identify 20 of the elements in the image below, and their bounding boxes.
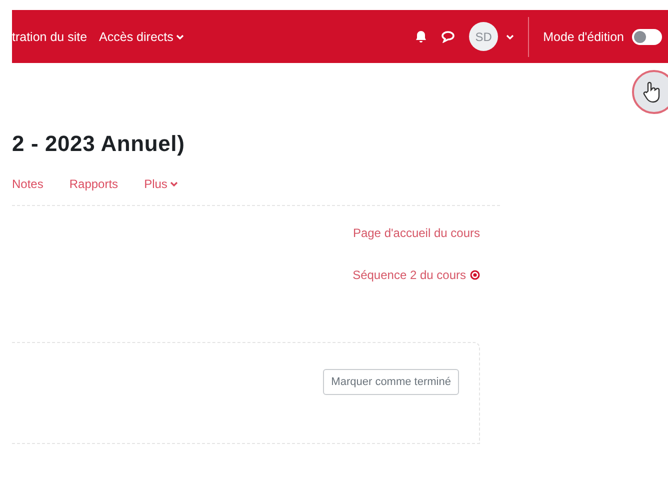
mark-complete-button[interactable]: Marquer comme terminé	[323, 369, 459, 395]
hand-cursor-icon	[642, 81, 662, 103]
caret-icon[interactable]	[506, 34, 514, 40]
nav-link[interactable]: tration du site	[12, 30, 88, 44]
nav-link[interactable]: Accès directs	[99, 30, 184, 44]
chat-bubble-icon[interactable]	[441, 30, 456, 43]
caret-icon	[170, 181, 178, 187]
course-tab[interactable]: Notes	[12, 177, 44, 191]
circle-icon	[470, 270, 480, 280]
course-title: 2 - 2023 Annuel)	[12, 131, 186, 157]
floating-button[interactable]	[632, 70, 668, 114]
caret-icon	[176, 34, 184, 40]
course-link[interactable]: Séquence 2 du cours	[352, 268, 480, 282]
course-tab[interactable]: Plus	[144, 177, 178, 191]
edit-mode-toggle[interactable]	[632, 28, 662, 44]
user-avatar[interactable]: SD	[469, 22, 498, 51]
bell-icon[interactable]	[415, 30, 428, 43]
edit-mode-label: Mode d'édition	[543, 30, 624, 44]
course-link[interactable]: Page d'accueil du cours	[352, 226, 480, 240]
course-tab[interactable]: Rapports	[69, 177, 118, 191]
